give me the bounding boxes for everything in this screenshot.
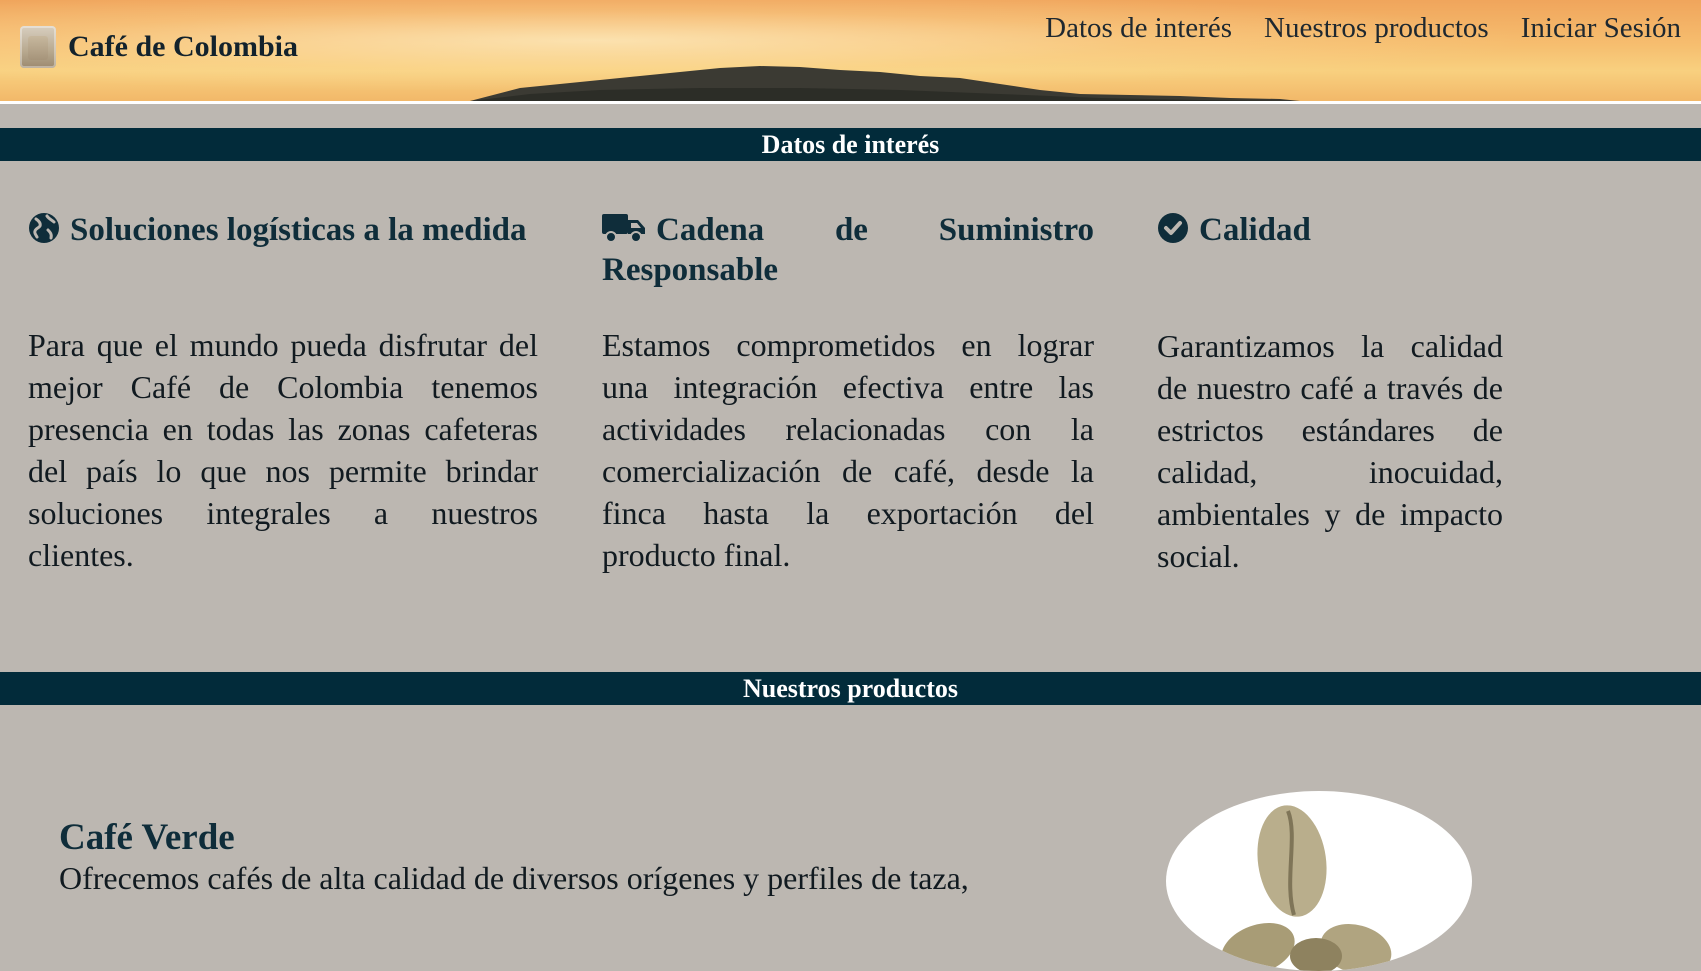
product-title: Café Verde <box>59 817 235 858</box>
nav-link-login[interactable]: Iniciar Sesión <box>1521 12 1681 45</box>
feature-text: Garantizamos la calidad de nuestro café … <box>1157 328 1503 574</box>
feature-text: Estamos comprometidos en lograr una inte… <box>602 327 1094 573</box>
feature-text: Para que el mundo pueda disfrutar del me… <box>28 327 538 573</box>
brand-name: Café de Colombia <box>68 30 298 63</box>
product-description: Ofrecemos cafés de alta calidad de diver… <box>59 860 969 896</box>
section-title-productos: Nuestros productos <box>742 674 958 703</box>
section-bar-productos: Nuestros productos <box>0 672 1701 705</box>
feature-title-calidad: Calidad <box>1157 212 1503 286</box>
nav-link-productos[interactable]: Nuestros productos <box>1264 12 1489 45</box>
feature-logistica: Soluciones logísticas a la medida Para q… <box>28 212 538 576</box>
features-section: Soluciones logísticas a la medida Para q… <box>0 212 1701 592</box>
site-header: Café de Colombia Datos de interés Nuestr… <box>0 0 1701 101</box>
section-title-datos: Datos de interés <box>761 130 940 159</box>
brand[interactable]: Café de Colombia <box>20 26 298 68</box>
section-bar-datos: Datos de interés <box>0 128 1701 161</box>
header-divider <box>0 101 1701 104</box>
feature-title-logistica: Soluciones logísticas a la medida <box>28 212 538 286</box>
coffee-sack-logo-icon <box>20 26 56 68</box>
feature-title-text: Calidad <box>1199 212 1311 248</box>
truck-icon <box>602 212 646 252</box>
green-coffee-beans-image <box>1166 791 1472 971</box>
feature-title-suministro: Cadena de Suministro Responsable <box>602 212 1094 288</box>
main-nav: Datos de interés Nuestros productos Inic… <box>1045 12 1681 45</box>
feature-calidad: Calidad Garantizamos la calidad de nuest… <box>1157 212 1503 577</box>
check-circle-icon <box>1157 212 1189 252</box>
globe-icon <box>28 212 60 252</box>
feature-title-text: Soluciones logísticas a la medida <box>70 212 527 248</box>
feature-suministro: Cadena de Suministro Responsable Estamos… <box>602 212 1094 576</box>
nav-link-datos[interactable]: Datos de interés <box>1045 12 1232 45</box>
feature-title-text: Cadena de Suministro Responsable <box>602 212 1094 288</box>
